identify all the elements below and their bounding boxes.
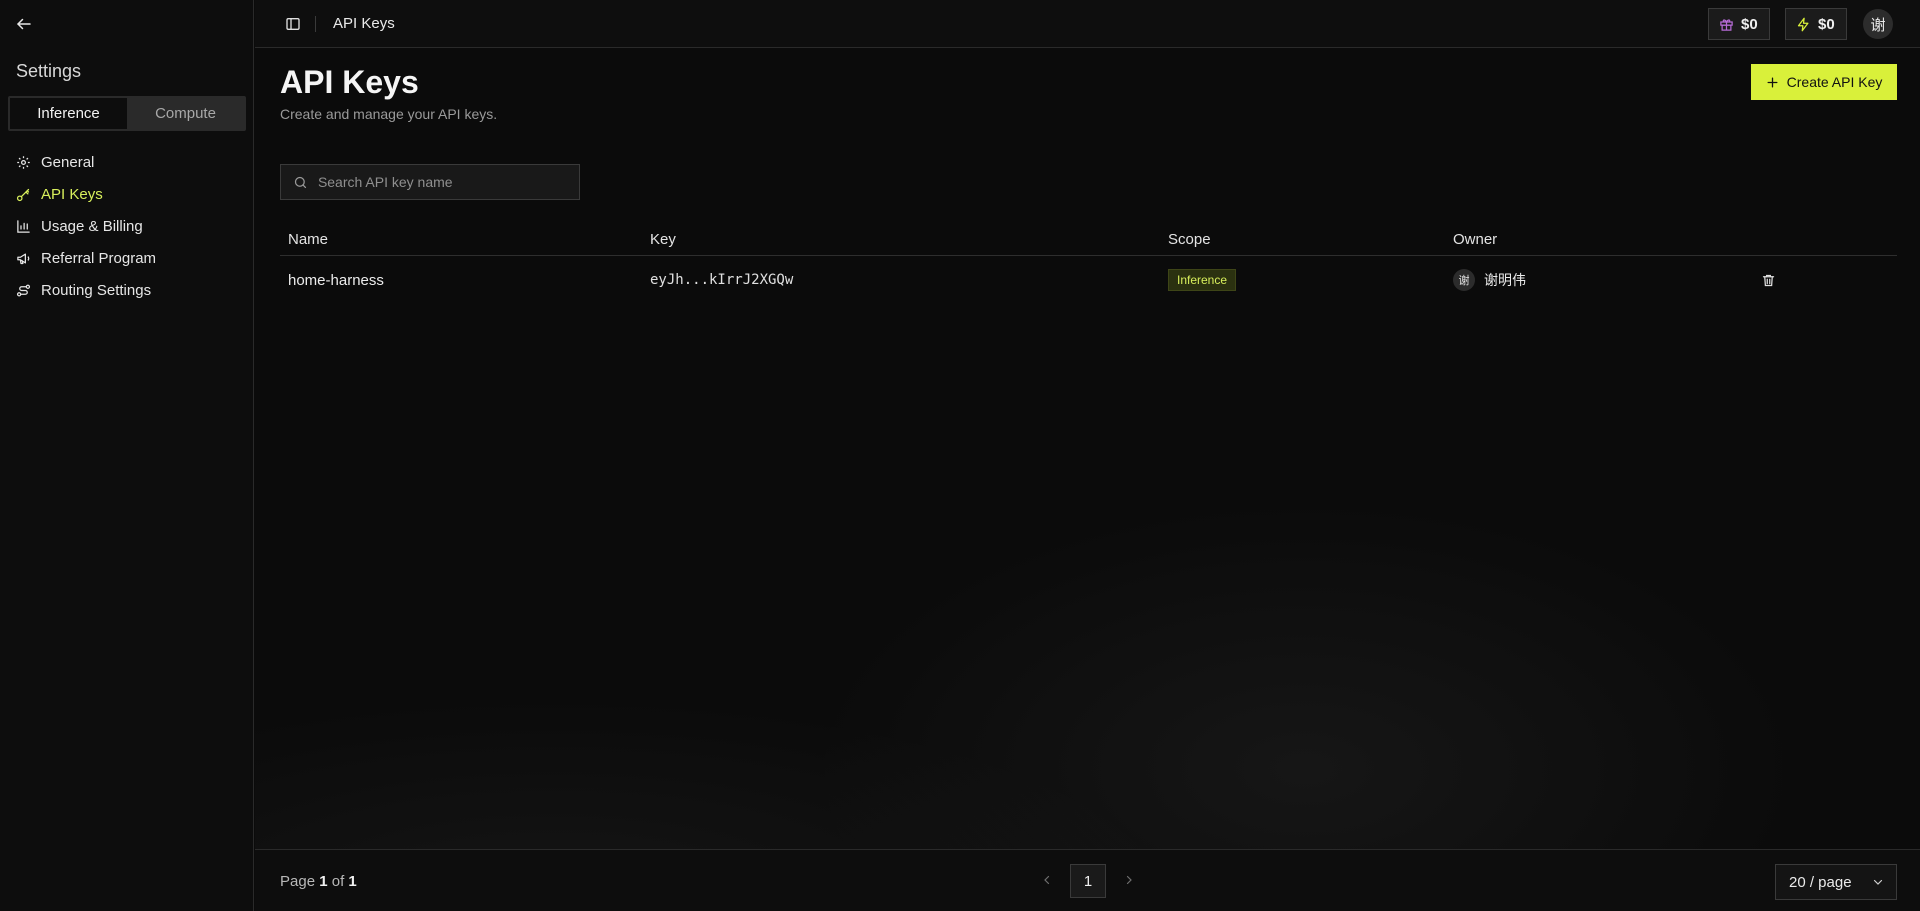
plus-icon <box>1767 77 1778 87</box>
search-icon <box>294 176 307 188</box>
pagination-footer: Page 1 of 1 1 20 / page <box>255 849 1920 911</box>
page-button-1[interactable]: 1 <box>1070 864 1106 898</box>
panel-left-icon <box>286 18 300 30</box>
lightning-icon <box>1797 17 1809 31</box>
divider <box>315 16 316 32</box>
key-value: eyJh...kIrrJ2XGQw <box>650 272 794 288</box>
gift-credit-button[interactable]: $0 <box>1708 8 1770 40</box>
sidebar-item-usage-billing[interactable]: Usage & Billing <box>16 210 246 242</box>
search-box <box>280 164 580 200</box>
owner-name: 谢明伟 <box>1484 273 1526 289</box>
previous-page-button[interactable] <box>1037 870 1057 890</box>
compute-credit-value: $0 <box>1818 15 1835 33</box>
column-header-owner: Owner <box>1453 231 1498 248</box>
scope-badge: Inference <box>1168 269 1237 291</box>
sidebar-item-routing-settings[interactable]: Routing Settings <box>16 274 246 306</box>
top-bar: API Keys $0 $0 谢 <box>255 0 1920 48</box>
user-avatar[interactable]: 谢 <box>1863 9 1893 39</box>
column-header-name: Name <box>288 231 329 248</box>
sidebar-toggle-button[interactable] <box>283 14 303 34</box>
sidebar-item-referral-program[interactable]: Referral Program <box>16 242 246 274</box>
bar-chart-icon <box>16 219 31 234</box>
sidebar-item-api-keys[interactable]: API Keys <box>16 178 246 210</box>
page-of: of <box>331 873 345 890</box>
sidebar-item-label: Usage & Billing <box>41 217 143 235</box>
sidebar: Settings Inference Compute General API K… <box>0 0 254 911</box>
api-keys-table: Name Key Scope Owner home-harness eyJh..… <box>280 224 1897 304</box>
search-input[interactable] <box>317 174 567 190</box>
trash-icon <box>1762 274 1774 286</box>
main-content: API Keys Create and manage your API keys… <box>255 49 1920 911</box>
megaphone-icon <box>16 251 31 266</box>
create-api-key-label: Create API Key <box>1786 74 1883 90</box>
route-icon <box>16 283 31 298</box>
column-header-scope: Scope <box>1168 231 1211 248</box>
key-name: home-harness <box>288 271 384 289</box>
chevron-right-icon <box>1126 875 1132 885</box>
sidebar-item-label: Routing Settings <box>41 281 152 299</box>
table-header: Name Key Scope Owner <box>280 224 1897 256</box>
breadcrumb: API Keys <box>333 15 395 32</box>
segment-inference[interactable]: Inference <box>10 98 127 129</box>
gift-icon <box>1720 18 1733 31</box>
sidebar-item-label: Referral Program <box>41 249 157 267</box>
scope-segmented-control: Inference Compute <box>8 96 246 131</box>
owner: 谢 谢明伟 <box>1453 269 1526 291</box>
page-current: 1 <box>319 873 328 890</box>
segment-compute[interactable]: Compute <box>127 98 244 129</box>
sidebar-item-label: API Keys <box>41 185 103 203</box>
owner-avatar: 谢 <box>1453 269 1475 291</box>
chevron-down-icon <box>1873 879 1883 885</box>
page-label: Page <box>280 873 316 890</box>
key-icon <box>16 187 31 202</box>
create-api-key-button[interactable]: Create API Key <box>1751 64 1897 100</box>
arrow-left-icon <box>17 18 31 30</box>
per-page-value: 20 / page <box>1789 873 1852 891</box>
column-header-key: Key <box>650 231 676 248</box>
next-page-button[interactable] <box>1119 870 1139 890</box>
settings-title: Settings <box>16 61 82 81</box>
delete-key-button[interactable] <box>1759 271 1777 289</box>
gear-icon <box>16 155 31 170</box>
compute-credit-button[interactable]: $0 <box>1785 8 1847 40</box>
gift-credit-value: $0 <box>1741 15 1758 33</box>
page-total: 1 <box>348 873 357 890</box>
settings-nav: General API Keys Usage & Billing Referra… <box>16 146 246 306</box>
chevron-left-icon <box>1044 875 1050 885</box>
sidebar-item-label: General <box>41 153 95 171</box>
table-row: home-harness eyJh...kIrrJ2XGQw Inference… <box>280 256 1897 304</box>
sidebar-item-general[interactable]: General <box>16 146 246 178</box>
page-title: API Keys <box>280 64 419 100</box>
page-subtitle: Create and manage your API keys. <box>280 106 498 122</box>
per-page-select[interactable]: 20 / page <box>1775 864 1897 900</box>
page-info: Page 1 of 1 <box>280 873 357 890</box>
back-button[interactable] <box>12 12 36 36</box>
